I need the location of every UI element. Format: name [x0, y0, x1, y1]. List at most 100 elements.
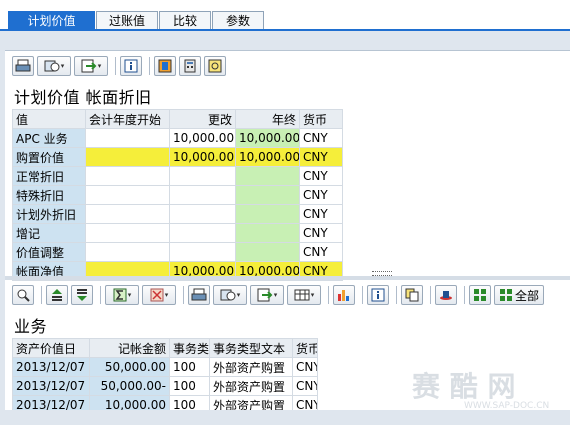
column-header-currency[interactable]: 货币 — [299, 109, 343, 129]
upper-toolbar: ▾ ▾ — [12, 54, 229, 78]
magnifier-icon — [17, 289, 30, 302]
table-row[interactable]: 正常折旧 CNY — [12, 166, 343, 186]
cell-change — [169, 204, 236, 224]
tree-icon — [499, 289, 512, 301]
lower-title: 业务 — [14, 317, 48, 336]
lower-toolbar: ▾ ▾ ▾ ▾ ▾ 全部 — [12, 283, 547, 307]
calculator-button[interactable] — [179, 56, 201, 76]
table-row[interactable]: 增记 CNY — [12, 223, 343, 243]
chevron-down-icon: ▾ — [236, 291, 241, 299]
display-button[interactable] — [154, 56, 176, 76]
row-label: 购置价值 — [12, 147, 86, 167]
chevron-down-icon: ▾ — [60, 62, 65, 70]
planned-values-table: 值 会计年度开始 更改 年终 货币 APC 业务 10,000.00 10,00… — [12, 109, 343, 281]
cell-fy-start — [85, 223, 170, 243]
table-row[interactable]: 2013/12/07 50,000.00- 100 外部资产购置 CNY — [12, 376, 318, 396]
toolbar-separator — [362, 286, 363, 304]
toolbar-separator — [328, 286, 329, 304]
table-row[interactable]: 2013/12/07 50,000.00 100 外部资产购置 CNY — [12, 357, 318, 377]
cell-currency: CNY — [299, 185, 343, 205]
export-button[interactable]: ▾ — [250, 285, 284, 305]
cell-type: 100 — [169, 357, 210, 377]
column-header-value-date[interactable]: 资产价值日 — [12, 338, 90, 358]
cell-date: 2013/12/07 — [12, 357, 90, 377]
show-all-label: 全部 — [514, 288, 539, 303]
tab-posted-values[interactable]: 过账值 — [96, 11, 158, 29]
cell-type-text: 外部资产购置 — [209, 357, 293, 377]
column-header-year-end[interactable]: 年终 — [235, 109, 300, 129]
cell-year-end — [235, 242, 300, 262]
subtotal-button[interactable]: ▾ — [142, 285, 176, 305]
table-row[interactable]: 特殊折旧 CNY — [12, 185, 343, 205]
info-button[interactable] — [367, 285, 389, 305]
cell-fy-start — [85, 128, 170, 148]
info-button[interactable] — [120, 56, 142, 76]
tab-planned-values[interactable]: 计划价值 — [8, 11, 95, 29]
cell-year-end — [235, 223, 300, 243]
upper-title: 计划价值 帐面折旧 — [14, 88, 152, 107]
simulate-button[interactable] — [204, 56, 226, 76]
print-button[interactable] — [12, 56, 34, 76]
export-icon — [257, 288, 273, 302]
column-header-fy-start[interactable]: 会计年度开始 — [85, 109, 170, 129]
show-all-button[interactable]: 全部 — [494, 285, 544, 305]
hat-icon — [440, 291, 452, 300]
column-header-currency[interactable]: 货币 — [292, 338, 318, 358]
printer-icon — [15, 59, 31, 72]
cell-amount: 50,000.00 — [89, 357, 170, 377]
bottom-bar — [0, 410, 570, 425]
expand-button[interactable] — [469, 285, 491, 305]
table-row[interactable]: 计划外折旧 CNY — [12, 204, 343, 224]
sum-icon — [113, 288, 127, 302]
chevron-down-icon: ▾ — [310, 291, 315, 299]
column-header-value[interactable]: 值 — [12, 109, 86, 129]
table-row[interactable]: 购置价值 10,000.00 10,000.00 CNY — [12, 147, 343, 167]
export-icon — [81, 59, 97, 73]
cell-currency: CNY — [292, 357, 318, 377]
copy-button[interactable] — [401, 285, 423, 305]
view-button[interactable]: ▾ — [213, 285, 247, 305]
display-icon — [158, 59, 172, 73]
hat-button[interactable] — [435, 285, 457, 305]
details-button[interactable] — [12, 285, 34, 305]
cell-change: 10,000.00 — [169, 147, 236, 167]
table-row[interactable]: APC 业务 10,000.00 10,000.00 CNY — [12, 128, 343, 148]
graphic-button[interactable] — [333, 285, 355, 305]
cell-currency: CNY — [299, 204, 343, 224]
column-header-trans-type[interactable]: 事务类 — [169, 338, 210, 358]
print-button[interactable] — [188, 285, 210, 305]
tab-comparison[interactable]: 比较 — [159, 11, 211, 29]
cell-fy-start — [85, 166, 170, 186]
table-row[interactable]: 价值调整 CNY — [12, 242, 343, 262]
pane-divider[interactable] — [5, 276, 570, 280]
cell-year-end: 10,000.00 — [235, 128, 300, 148]
toolbar-separator — [430, 286, 431, 304]
cell-currency: CNY — [299, 147, 343, 167]
cell-change — [169, 223, 236, 243]
bar-chart-icon — [338, 290, 349, 301]
sort-ascending-icon — [52, 289, 62, 301]
view-icon — [220, 289, 236, 301]
export-button[interactable]: ▾ — [74, 56, 108, 76]
sort-ascending-button[interactable] — [46, 285, 68, 305]
simulate-icon — [208, 59, 222, 73]
toolbar-separator — [464, 286, 465, 304]
tab-parameters[interactable]: 参数 — [212, 11, 264, 29]
layout-button[interactable]: ▾ — [287, 285, 321, 305]
sort-descending-button[interactable] — [71, 285, 93, 305]
toolbar-separator — [115, 57, 116, 75]
view-button[interactable]: ▾ — [37, 56, 71, 76]
column-header-amount[interactable]: 记帐金额 — [89, 338, 170, 358]
sum-button[interactable]: ▾ — [105, 285, 139, 305]
toolbar-separator — [149, 57, 150, 75]
layout-icon — [294, 289, 310, 301]
column-header-trans-type-text[interactable]: 事务类型文本 — [209, 338, 293, 358]
cell-change — [169, 242, 236, 262]
cell-type: 100 — [169, 376, 210, 396]
cell-year-end — [235, 204, 300, 224]
column-header-change[interactable]: 更改 — [169, 109, 236, 129]
row-label: 正常折旧 — [12, 166, 86, 186]
printer-icon — [191, 288, 207, 301]
cell-year-end — [235, 185, 300, 205]
chevron-down-icon: ▾ — [273, 291, 278, 299]
